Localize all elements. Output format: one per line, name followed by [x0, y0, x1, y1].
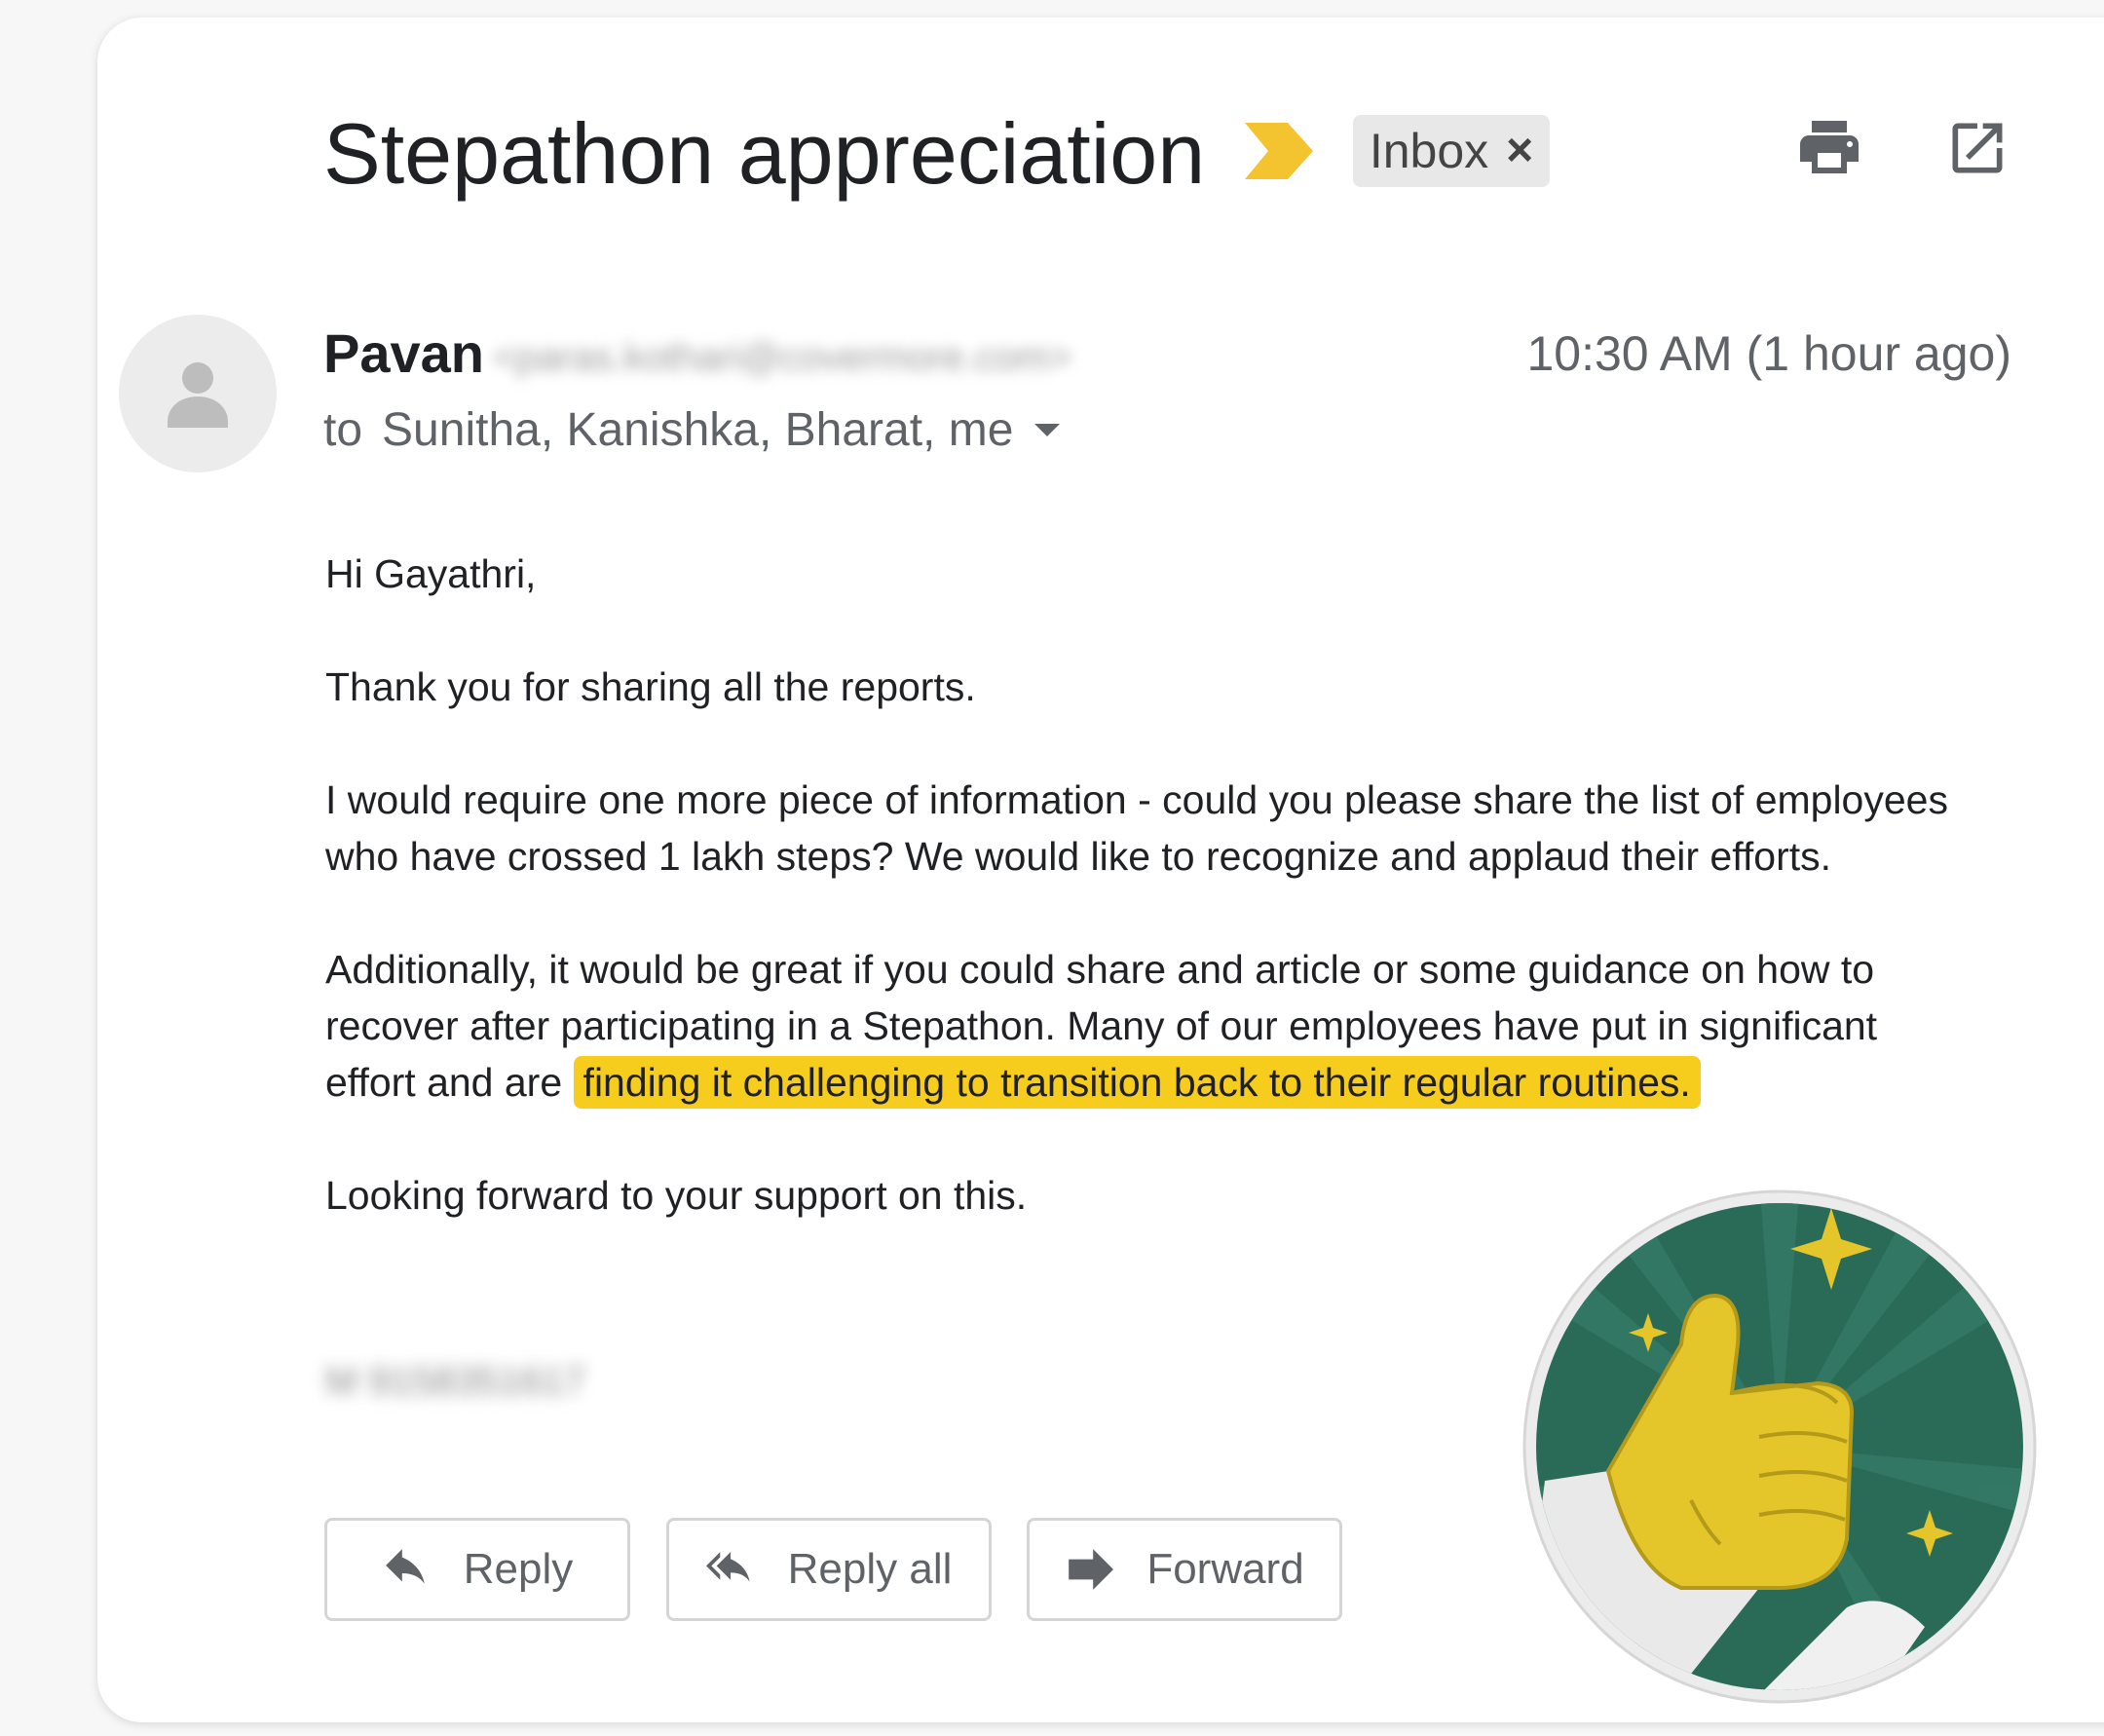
recipients-line[interactable]: to Sunitha, Kanishka, Bharat, me [323, 403, 1061, 457]
to-label: to [323, 404, 363, 456]
show-details-icon[interactable] [1034, 424, 1061, 436]
print-icon[interactable] [1794, 115, 1864, 179]
reply-label: Reply [463, 1545, 574, 1593]
importance-marker-icon[interactable] [1245, 123, 1313, 179]
inbox-label-chip: Inbox × [1353, 115, 1550, 187]
recipients-list: Sunitha, Kanishka, Bharat, me [382, 404, 1014, 456]
email-subject: Stepathon appreciation [323, 105, 1206, 202]
forward-label: Forward [1146, 1545, 1304, 1593]
sender-name[interactable]: Pavan [323, 321, 484, 385]
avatar [119, 315, 277, 472]
body-paragraph-2: I would require one more piece of inform… [325, 777, 1948, 879]
sender-email: <paras.kothari@covermore.com> [493, 336, 1072, 379]
reply-all-icon [705, 1552, 750, 1582]
body-paragraph-1: Thank you for sharing all the reports. [325, 664, 976, 709]
default-avatar-icon [168, 362, 228, 428]
label-text: Inbox [1369, 124, 1489, 178]
forward-icon [1069, 1549, 1114, 1590]
reply-button[interactable]: Reply [324, 1518, 630, 1621]
signature-phone: M 9158351617 [325, 1360, 585, 1403]
thumbs-up-sticker [1522, 1189, 2037, 1704]
highlighted-text: finding it challenging to transition bac… [573, 1056, 1701, 1109]
remove-label-icon[interactable]: × [1506, 128, 1533, 174]
reply-all-button[interactable]: Reply all [666, 1518, 992, 1621]
timestamp: 10:30 AM (1 hour ago) [1526, 326, 2011, 381]
email-body: Hi Gayathri, Thank you for sharing all t… [325, 546, 1962, 1280]
body-paragraph-3: Additionally, it would be great if you c… [325, 941, 1962, 1111]
reply-icon [385, 1549, 425, 1584]
open-in-new-window-icon[interactable] [1944, 115, 2010, 181]
greeting: Hi Gayathri, [325, 551, 537, 596]
reply-all-label: Reply all [787, 1545, 953, 1593]
forward-button[interactable]: Forward [1027, 1518, 1342, 1621]
